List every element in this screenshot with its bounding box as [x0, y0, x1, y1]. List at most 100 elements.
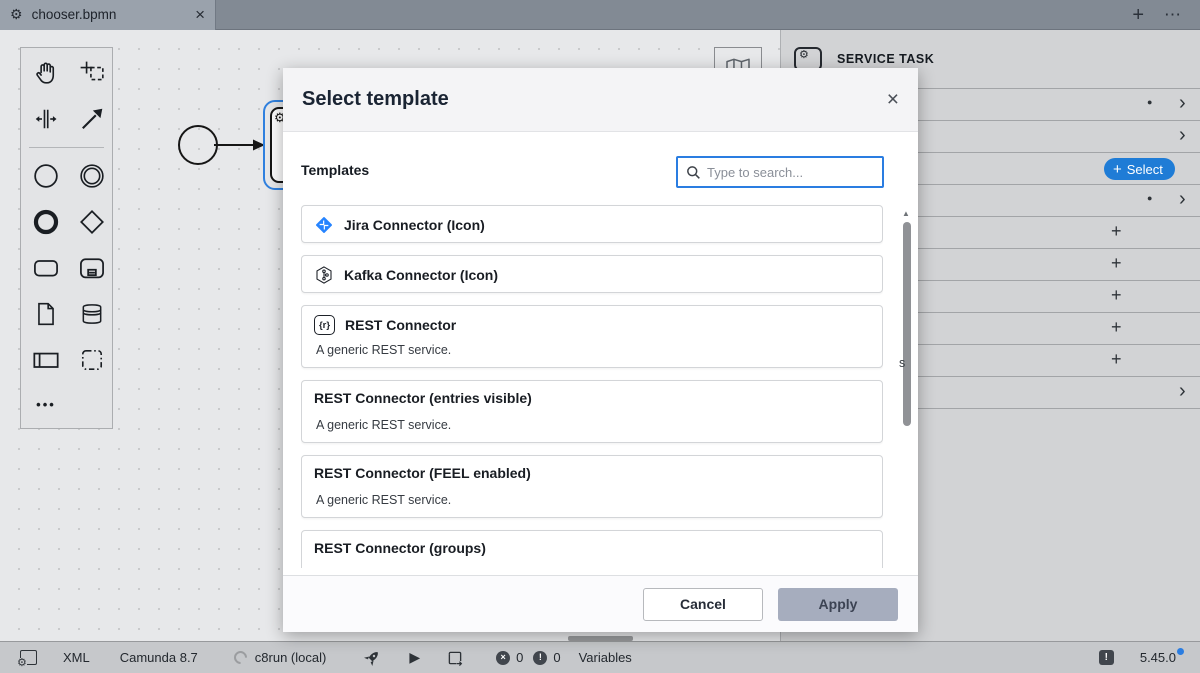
- template-item-head: Kafka Connector (Icon): [302, 256, 882, 294]
- template-title: REST Connector (entries visible): [314, 390, 532, 406]
- lasso-tool[interactable]: [76, 57, 108, 89]
- palette-more-tools[interactable]: •••: [30, 388, 62, 420]
- cancel-button[interactable]: Cancel: [643, 587, 763, 621]
- create-participant-tool[interactable]: [30, 344, 62, 376]
- template-item-rest[interactable]: {r} REST Connector A generic REST servic…: [301, 305, 883, 368]
- template-item-rest-entries-visible[interactable]: REST Connector (entries visible) A gener…: [301, 380, 883, 443]
- template-title: Jira Connector (Icon): [344, 217, 485, 233]
- add-entry-icon[interactable]: +: [1111, 285, 1122, 306]
- play-button[interactable]: ▶: [409, 649, 420, 666]
- space-tool[interactable]: [30, 103, 62, 135]
- engine-version-button[interactable]: Camunda 8.7: [120, 650, 198, 665]
- bpmn-file-gear-icon: ⚙: [10, 6, 23, 22]
- create-gateway-tool[interactable]: [76, 206, 108, 238]
- tab-chooser-bpmn[interactable]: ⚙ chooser.bpmn ×: [0, 0, 216, 30]
- kafka-icon: [316, 266, 332, 284]
- template-item-jira[interactable]: Jira Connector (Icon): [301, 205, 883, 243]
- create-subprocess-tool[interactable]: [76, 252, 108, 284]
- template-description: A generic REST service.: [316, 343, 452, 357]
- deploy-button[interactable]: [446, 649, 464, 667]
- template-item-rest-groups[interactable]: REST Connector (groups): [301, 530, 883, 568]
- add-entry-icon[interactable]: +: [1111, 221, 1122, 242]
- tab-bar: ⚙ chooser.bpmn × + ⋯: [0, 0, 1200, 30]
- version-indicator[interactable]: 5.45.0: [1140, 648, 1184, 665]
- template-item-head: REST Connector (groups): [302, 531, 882, 565]
- chevron-right-icon[interactable]: ›: [1179, 124, 1186, 147]
- select-template-modal: Select template × Templates Jira Connect…: [283, 68, 918, 632]
- data-object-icon: [38, 302, 54, 326]
- end-event-icon: [33, 209, 59, 235]
- template-item-head: {r} REST Connector: [302, 306, 882, 344]
- template-list: Jira Connector (Icon) Kafka Connector (I…: [301, 198, 883, 568]
- group-filled-dot-icon: ●: [1147, 193, 1153, 203]
- global-connect-tool[interactable]: [76, 103, 108, 135]
- warning-count-icon[interactable]: !: [533, 650, 548, 665]
- gear-icon: ⚙: [799, 49, 809, 61]
- tab-close-icon[interactable]: ×: [195, 6, 205, 23]
- start-event-icon: [34, 164, 58, 188]
- template-item-rest-feel-enabled[interactable]: REST Connector (FEEL enabled) A generic …: [301, 455, 883, 518]
- panel-title: SERVICE TASK: [837, 52, 935, 66]
- deploy-icon: [448, 651, 463, 666]
- template-list-scrollbar[interactable]: ▲ ▼: [901, 209, 913, 575]
- space-tool-icon: [35, 109, 57, 129]
- select-button-label: Select: [1126, 161, 1163, 177]
- create-data-object-tool[interactable]: [30, 298, 62, 330]
- update-indicator-dot: [1177, 648, 1184, 655]
- hand-tool[interactable]: [30, 57, 62, 89]
- create-data-store-tool[interactable]: [76, 298, 108, 330]
- start-instance-button[interactable]: [364, 649, 381, 666]
- apply-button[interactable]: Apply: [778, 587, 898, 621]
- add-entry-icon[interactable]: +: [1111, 317, 1122, 338]
- create-end-event-tool[interactable]: [30, 206, 62, 238]
- add-entry-icon[interactable]: +: [1111, 253, 1122, 274]
- tab-title: chooser.bpmn: [31, 7, 117, 22]
- variables-button[interactable]: Variables: [579, 650, 632, 665]
- template-select-button[interactable]: + Select: [1104, 158, 1175, 180]
- create-start-event-tool[interactable]: [30, 160, 62, 192]
- scroll-up-icon[interactable]: ▲: [902, 209, 910, 218]
- template-search-input[interactable]: [707, 164, 867, 180]
- error-count-icon[interactable]: ×: [496, 650, 511, 665]
- template-title: REST Connector (FEEL enabled): [314, 465, 531, 481]
- tab-bar-actions: + ⋯: [1132, 5, 1200, 25]
- task-icon: [34, 260, 58, 277]
- subprocess-icon: [80, 258, 104, 279]
- modal-body: Templates Jira Connector (Icon) Kafka Co…: [283, 132, 918, 575]
- template-item-head: REST Connector (FEEL enabled): [302, 456, 882, 490]
- toggle-properties-panel-button[interactable]: ⚙: [17, 650, 37, 669]
- template-search-box[interactable]: [676, 156, 884, 188]
- modal-footer: Cancel Apply: [283, 575, 918, 632]
- participant-icon: [33, 352, 59, 368]
- modal-header: Select template ×: [283, 68, 918, 132]
- new-tab-button[interactable]: +: [1132, 5, 1144, 25]
- xml-view-button[interactable]: XML: [63, 650, 90, 665]
- templates-label: Templates: [301, 162, 370, 178]
- create-task-tool[interactable]: [30, 252, 62, 284]
- chevron-right-icon[interactable]: ›: [1179, 188, 1186, 211]
- template-item-kafka[interactable]: Kafka Connector (Icon): [301, 255, 883, 293]
- chevron-right-icon[interactable]: ›: [1179, 380, 1186, 403]
- create-group-tool[interactable]: [76, 344, 108, 376]
- add-entry-icon[interactable]: +: [1111, 349, 1122, 370]
- runtime-spinner-icon: [231, 648, 250, 667]
- status-bar: ⚙ XML Camunda 8.7 c8run (local) ▶ × 0 ! …: [0, 641, 1200, 673]
- warning-count[interactable]: 0: [553, 650, 560, 665]
- tab-overflow-menu-button[interactable]: ⋯: [1164, 6, 1182, 23]
- chevron-right-icon[interactable]: ›: [1179, 92, 1186, 115]
- template-title: REST Connector (groups): [314, 540, 486, 556]
- runtime-button[interactable]: c8run (local): [255, 650, 327, 665]
- error-count[interactable]: 0: [516, 650, 523, 665]
- sequence-flow-arrow[interactable]: [212, 133, 266, 157]
- modal-close-icon[interactable]: ×: [887, 89, 899, 110]
- create-intermediate-event-tool[interactable]: [76, 160, 108, 192]
- status-bar-right: ! 5.45.0: [1098, 648, 1200, 665]
- rocket-icon: [364, 652, 379, 666]
- feedback-icon[interactable]: !: [1098, 650, 1114, 665]
- data-store-icon: [82, 304, 102, 324]
- group-icon: [81, 349, 103, 371]
- scrollbar-thumb[interactable]: [903, 222, 911, 426]
- ellipsis-icon: •••: [36, 396, 56, 412]
- modal-title: Select template: [302, 88, 449, 110]
- tool-palette: •••: [20, 47, 113, 429]
